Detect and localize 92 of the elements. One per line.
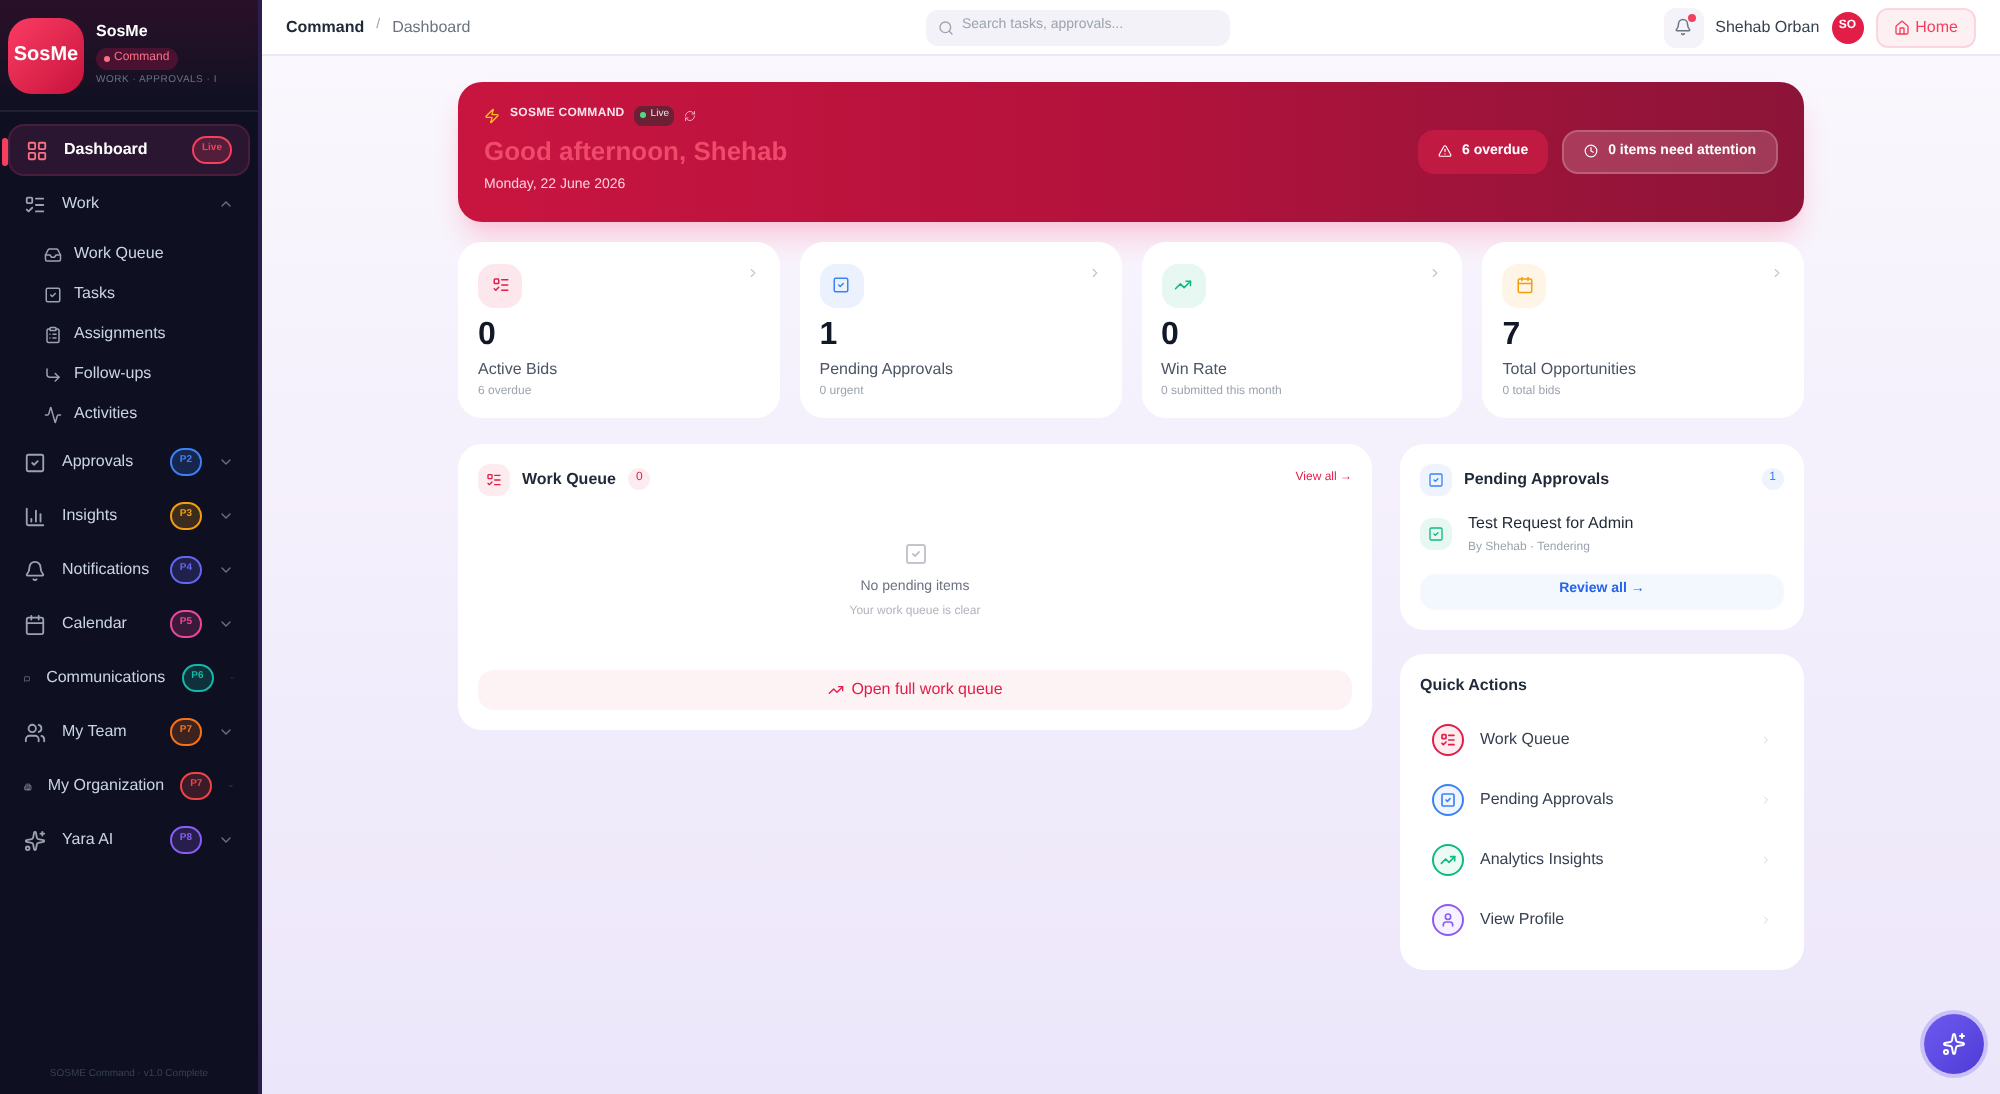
stat-label: Pending Approvals bbox=[819, 357, 955, 381]
card-title: Pending Approvals bbox=[1464, 467, 1612, 491]
quick-action-item[interactable]: Pending Approvals bbox=[1420, 769, 1784, 829]
quick-action-label: Analytics Insights bbox=[1480, 847, 1606, 871]
breadcrumb[interactable]: Command bbox=[286, 15, 365, 39]
sub-nav-label: Assignments bbox=[74, 322, 166, 346]
chevron-right-icon bbox=[1428, 265, 1443, 279]
users-icon bbox=[24, 721, 46, 743]
checkbox-icon bbox=[44, 285, 62, 303]
corner-arrow-icon bbox=[44, 365, 62, 383]
checkbox-icon bbox=[1420, 518, 1452, 550]
sub-nav-label: Tasks bbox=[74, 282, 115, 306]
checkbox-icon bbox=[24, 451, 46, 473]
sub-nav-label: Follow-ups bbox=[74, 362, 152, 386]
active-indicator bbox=[2, 138, 8, 166]
card-title: Quick Actions bbox=[1420, 673, 1529, 697]
approval-title: Test Request for Admin bbox=[1468, 511, 1634, 535]
clipboard-icon bbox=[44, 325, 62, 343]
chevron-right-icon bbox=[1760, 853, 1772, 865]
nav-label: Insights bbox=[62, 504, 120, 528]
warning-icon bbox=[1438, 144, 1453, 159]
grid-icon bbox=[26, 139, 48, 161]
chevron-down-icon bbox=[218, 832, 234, 848]
chevron-right-icon bbox=[745, 265, 760, 279]
user-name: Shehab Orban bbox=[1715, 15, 1820, 39]
breadcrumb[interactable]: Dashboard bbox=[392, 15, 471, 39]
quick-action-item[interactable]: View Profile bbox=[1420, 889, 1784, 949]
logo-text: SosMe bbox=[13, 42, 79, 70]
bar-chart-icon bbox=[24, 505, 46, 527]
nav-label: Dashboard bbox=[64, 138, 150, 162]
stat-label: Win Rate bbox=[1161, 357, 1229, 381]
sub-nav-item[interactable]: Work Queue bbox=[0, 234, 258, 274]
list-icon bbox=[24, 193, 46, 215]
sub-nav-item[interactable]: Follow-ups bbox=[0, 354, 258, 394]
card-title: Work Queue bbox=[522, 467, 616, 491]
brand-name: SosMe bbox=[96, 20, 150, 45]
nav-label: Approvals bbox=[62, 450, 136, 474]
chevron-right-icon bbox=[1760, 913, 1772, 925]
sub-nav-item[interactable]: Tasks bbox=[0, 274, 258, 314]
quick-action-label: Work Queue bbox=[1480, 727, 1572, 751]
activity-icon bbox=[44, 405, 62, 423]
ai-assistant-button[interactable] bbox=[1924, 1014, 1984, 1074]
home-icon bbox=[1893, 19, 1910, 35]
bell-icon bbox=[24, 559, 46, 581]
refresh-icon[interactable] bbox=[684, 109, 697, 122]
nav-label: My Organization bbox=[47, 774, 165, 798]
nav-label: Communications bbox=[46, 666, 166, 690]
stat-value: 7 bbox=[1502, 319, 1523, 351]
checkbox-icon bbox=[903, 542, 927, 567]
stat-value: 0 bbox=[478, 319, 498, 351]
search-icon bbox=[938, 19, 954, 35]
chevron-up-icon bbox=[218, 196, 234, 212]
sub-nav-item[interactable]: Activities bbox=[0, 394, 258, 434]
inbox-icon bbox=[44, 245, 62, 263]
logo[interactable]: SosMe bbox=[8, 17, 84, 93]
list-icon bbox=[478, 463, 510, 495]
stat-label: Active Bids bbox=[478, 357, 560, 381]
quick-action-label: View Profile bbox=[1480, 907, 1567, 931]
lightning-icon bbox=[484, 107, 500, 124]
sparkle-icon bbox=[1942, 1032, 1966, 1056]
chevron-right-icon bbox=[1087, 265, 1101, 279]
open-work-queue-button[interactable]: Open full work queue bbox=[478, 669, 1352, 709]
stat-value: 1 bbox=[819, 319, 840, 351]
sub-nav-label: Activities bbox=[74, 402, 138, 426]
quick-action-label: Pending Approvals bbox=[1480, 787, 1616, 811]
trend-icon bbox=[827, 681, 844, 697]
sub-nav-item[interactable]: Assignments bbox=[0, 314, 258, 354]
chevron-down-icon bbox=[218, 562, 234, 578]
chevron-right-icon bbox=[1760, 733, 1772, 745]
chevron-down-icon bbox=[218, 454, 234, 470]
chevron-down-icon bbox=[218, 616, 234, 632]
nav-item[interactable]: Work bbox=[8, 178, 250, 230]
quick-action-item[interactable]: Analytics Insights bbox=[1420, 829, 1784, 889]
bell-icon bbox=[1674, 18, 1693, 36]
chevron-right-icon bbox=[1770, 265, 1784, 279]
nav-label: My Team bbox=[62, 720, 129, 744]
nav-label: Notifications bbox=[62, 558, 152, 582]
stat-label: Total Opportunities bbox=[1502, 357, 1638, 381]
quick-action-item[interactable]: Work Queue bbox=[1420, 709, 1784, 769]
checkbox-icon bbox=[1420, 463, 1452, 495]
nav-label: Work bbox=[62, 192, 102, 216]
sub-nav-label: Work Queue bbox=[74, 242, 164, 266]
stat-value: 0 bbox=[1161, 319, 1181, 351]
notification-button[interactable] bbox=[1663, 7, 1704, 47]
sparkle-icon bbox=[24, 829, 46, 851]
nav-label: Calendar bbox=[62, 612, 129, 636]
clock-icon bbox=[1584, 144, 1599, 159]
chevron-down-icon bbox=[218, 724, 234, 740]
chevron-down-icon bbox=[218, 508, 234, 524]
nav-label: Yara AI bbox=[62, 828, 116, 852]
calendar-icon bbox=[24, 613, 46, 635]
chevron-right-icon bbox=[1760, 793, 1772, 805]
